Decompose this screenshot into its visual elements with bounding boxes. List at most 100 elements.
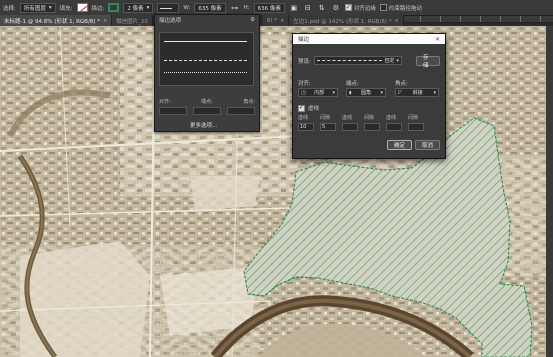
dashed-preview [316, 60, 383, 61]
gap-3-label: 间隙 [408, 115, 419, 121]
width-label: W: [183, 4, 191, 11]
preset-dropdown[interactable]: 自定 ▾ [313, 56, 402, 65]
miter-join-icon: ◸ [398, 89, 402, 96]
save-preset-button[interactable]: 存储 [416, 55, 440, 69]
close-icon[interactable]: ✕ [435, 36, 440, 43]
corners-dropdown[interactable] [227, 107, 255, 115]
gap-2-label: 间隙 [364, 115, 375, 121]
width-value: 635 像素 [198, 5, 222, 12]
chevron-down-icon: ▾ [48, 4, 52, 11]
close-icon[interactable]: × [103, 18, 107, 24]
more-options-button[interactable]: 更多选项... [190, 121, 217, 129]
stroke-options-panel: 描边选项 ⚙ 对齐: 端点: 角点: 更多选项... [154, 14, 260, 132]
preset-dashed-line[interactable] [164, 60, 247, 61]
tab-label: 左边1.psd @ 142% (形状 1, RGB/8) * [293, 18, 392, 25]
preset-dotted-line[interactable] [164, 72, 247, 73]
document-tab[interactable]: 8) * × [262, 15, 290, 26]
align-dropdown[interactable]: ◳ 内部 ▾ [298, 88, 338, 97]
path-alignment-icon[interactable]: ⊟ [303, 3, 313, 13]
dash-3-input[interactable] [386, 123, 402, 131]
chevron-down-icon: ▾ [332, 89, 335, 96]
gear-icon[interactable]: ⚙ [331, 3, 341, 13]
corners-label: 角点: [243, 99, 255, 105]
align-value: 内部 [314, 90, 325, 96]
panel-title: 描边选项 [159, 18, 182, 24]
constrain-path-checkbox[interactable] [379, 4, 387, 11]
link-icon[interactable]: ⊶ [230, 3, 240, 13]
dashed-checkbox[interactable]: ✓ [298, 104, 305, 112]
dash-2-label: 虚线 [342, 115, 353, 121]
map-image [0, 26, 553, 357]
preset-row: 预设: 自定 ▾ [298, 56, 402, 65]
chevron-down-icon: ▾ [380, 89, 383, 96]
endpoints-label: 端点: [201, 99, 213, 105]
stroke-width-field[interactable]: 2 像素 ▾ [123, 2, 154, 13]
preset-solid-line[interactable] [164, 41, 247, 42]
close-icon[interactable]: × [395, 18, 399, 24]
select-layer-value: 所有图层 [23, 5, 46, 12]
close-icon[interactable]: × [280, 18, 284, 24]
tab-label: 未标题-1 @ 94.8% (形状 1, RGB/8) * [4, 18, 100, 25]
preset-label: 预设: [298, 58, 311, 65]
align-dropdown[interactable] [159, 107, 187, 115]
align-icon: ◳ [301, 89, 306, 96]
endpoints-label: 端点: [346, 81, 359, 87]
corners-label: 角点: [395, 81, 408, 87]
stroke-presets-list[interactable] [159, 32, 254, 86]
height-label: H: [243, 4, 250, 11]
constrain-path-option[interactable]: 约束路径拖动 [379, 4, 422, 12]
align-label: 对齐: [298, 81, 311, 87]
ok-button[interactable]: 确定 [387, 140, 412, 150]
dialog-titlebar: 描边 ✕ [293, 34, 445, 44]
select-layer-dropdown[interactable]: 所有图层 ▾ [19, 2, 56, 13]
tab-label: 微信图片_20 [116, 18, 148, 25]
corners-dropdown[interactable]: ◸ 斜接 ▾ [395, 88, 439, 97]
document-tab[interactable]: 微信图片_20 [112, 15, 153, 26]
dash-2-input[interactable] [342, 123, 358, 131]
document-tab[interactable]: 左边1.psd @ 142% (形状 1, RGB/8) * × [289, 15, 404, 26]
dashed-row[interactable]: ✓ 虚线 [298, 104, 319, 112]
chevron-down-icon: ▾ [433, 89, 436, 96]
path-operations-icon[interactable]: ▣ [289, 3, 299, 13]
dash-3-label: 虚线 [386, 115, 397, 121]
fill-label: 填充: [59, 5, 73, 12]
chevron-down-icon: ▾ [146, 4, 150, 11]
stroke-color-swatch[interactable] [108, 3, 120, 12]
round-cap-icon: ◖ [349, 89, 352, 96]
dialog-title: 描边 [298, 37, 310, 43]
height-value: 636 像素 [257, 5, 281, 12]
endpoints-dropdown[interactable]: ◖ 圆角 ▾ [346, 88, 386, 97]
select-label: 选择: [3, 5, 16, 12]
stroke-width-value: 2 像素 [127, 5, 144, 12]
endpoints-dropdown[interactable] [193, 107, 221, 115]
height-field[interactable]: 636 像素 [253, 2, 285, 13]
gap-1-label: 间隙 [320, 115, 331, 121]
stroke-label: 描边: [91, 5, 105, 12]
stroke-type-dropdown[interactable] [157, 2, 180, 13]
dash-gap-fields: 10 5 [298, 123, 424, 131]
preset-value: 自定 [384, 58, 395, 64]
chevron-down-icon: ▾ [396, 57, 399, 64]
align-edges-label: 对齐边缘 [353, 5, 376, 12]
width-field[interactable]: 635 像素 [194, 2, 226, 13]
align-edges-checkbox[interactable]: ✓ [344, 4, 352, 11]
alignment-labels-row: 对齐: 端点: 角点: [298, 79, 408, 87]
dash-1-input[interactable]: 10 [298, 123, 314, 131]
fill-none-swatch[interactable] [76, 3, 88, 12]
gap-2-input[interactable] [364, 123, 380, 131]
constrain-path-label: 约束路径拖动 [388, 5, 422, 12]
stroke-dialog: 描边 ✕ 预设: 自定 ▾ 存储 对齐: 端点: 角点: ◳ 内部 ▾ ◖ 圆角… [292, 33, 446, 159]
tab-label: 8) * [266, 17, 278, 24]
gap-1-input[interactable]: 5 [320, 123, 336, 131]
dashed-label: 虚线 [308, 106, 320, 112]
document-canvas[interactable] [0, 26, 553, 357]
gear-icon[interactable]: ⚙ [250, 17, 255, 23]
align-label: 对齐: [159, 99, 171, 105]
endpoints-value: 圆角 [361, 90, 372, 96]
path-arrangement-icon[interactable]: ⇅ [317, 3, 327, 13]
document-tab[interactable]: 未标题-1 @ 94.8% (形状 1, RGB/8) * × [0, 15, 113, 26]
cancel-button[interactable]: 取消 [415, 140, 440, 150]
gap-3-input[interactable] [408, 123, 424, 131]
options-bar: 选择: 所有图层 ▾ 填充: 描边: 2 像素 ▾ W: 635 像素 ⊶ H:… [0, 0, 553, 16]
align-edges-option[interactable]: ✓ 对齐边缘 [344, 4, 376, 12]
